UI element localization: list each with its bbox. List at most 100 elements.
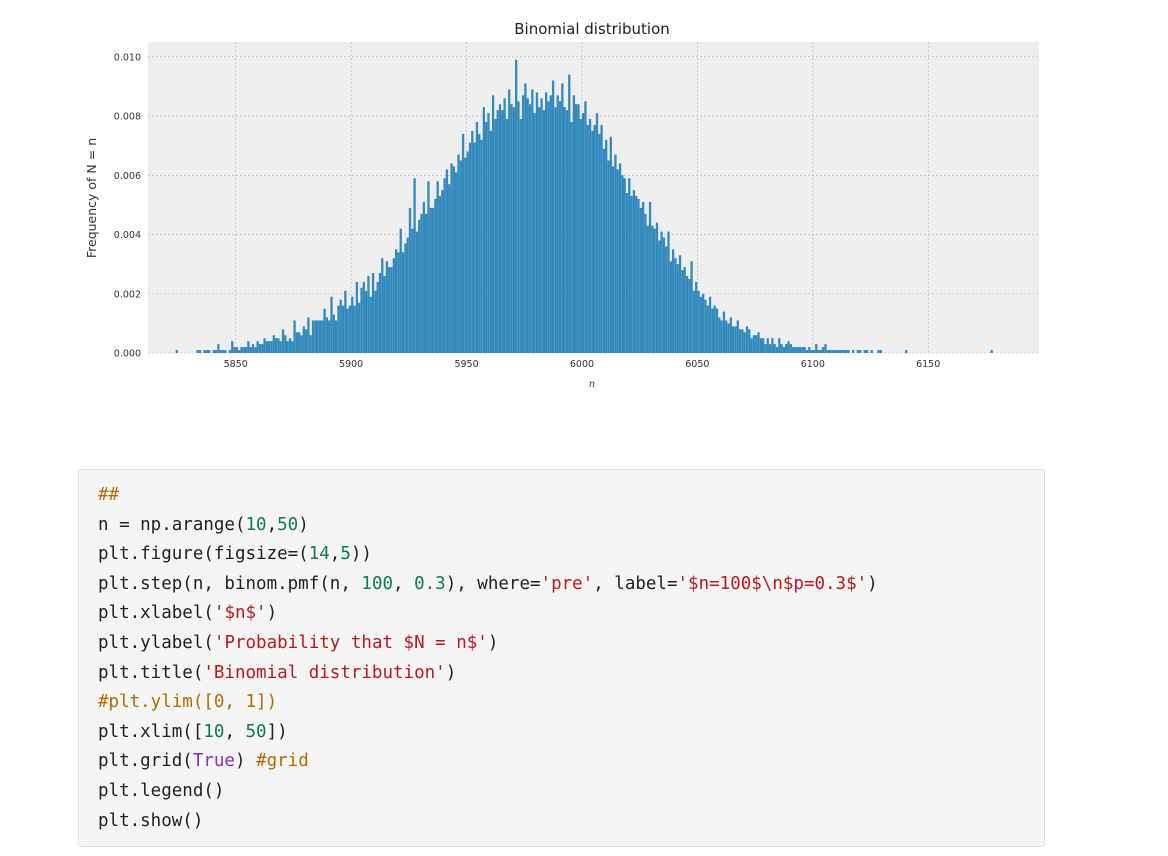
histogram-bar xyxy=(646,225,649,353)
histogram-bar xyxy=(295,332,299,353)
histogram-bar xyxy=(334,320,338,353)
histogram-bar xyxy=(422,201,425,353)
histogram-bar xyxy=(625,193,629,353)
histogram-bar xyxy=(321,320,324,353)
histogram-bar xyxy=(796,347,799,353)
histogram-bar xyxy=(824,344,827,353)
code-token: , xyxy=(266,514,278,535)
histogram-bar xyxy=(632,190,636,353)
histogram-bar xyxy=(339,299,342,353)
histogram-bar xyxy=(471,130,474,353)
histogram-bar xyxy=(501,110,504,353)
histogram-bar xyxy=(358,302,361,353)
code-token: '$n=100$\n$p=0.3$' xyxy=(677,573,868,594)
code-cell[interactable]: ## n = np.arange(10,50) plt.figure(figsize… xyxy=(78,469,1045,847)
histogram-bar xyxy=(568,74,571,353)
histogram-bar xyxy=(722,311,726,353)
histogram-bar xyxy=(448,184,451,353)
histogram-bar xyxy=(491,95,495,354)
histogram-bar xyxy=(415,231,419,353)
x-tick-label: 6000 xyxy=(570,359,594,370)
histogram-bar xyxy=(697,290,700,353)
code-token: plt.step(n, binom.pmf(n, xyxy=(98,573,362,594)
histogram-bar xyxy=(990,350,993,353)
histogram-bar xyxy=(233,347,236,353)
code-token: 'Binomial distribution' xyxy=(203,662,446,683)
histogram-bar xyxy=(381,258,384,353)
code-token: ) xyxy=(298,514,309,535)
histogram-bar xyxy=(741,329,744,353)
histogram-bar xyxy=(581,113,585,353)
histogram-bar xyxy=(667,231,670,353)
histogram-bar xyxy=(771,338,774,353)
histogram-bar xyxy=(272,335,275,353)
chart-title: Binomial distribution xyxy=(514,20,670,38)
histogram-bar xyxy=(355,281,359,353)
histogram-bar xyxy=(498,104,502,353)
x-tick-label: 6100 xyxy=(801,359,825,370)
histogram-bar xyxy=(584,101,587,353)
code-token: ## xyxy=(98,485,120,505)
histogram-bar xyxy=(748,329,751,353)
code-token: plt.grid( xyxy=(98,751,193,772)
code-token: plt.xlabel( xyxy=(98,603,214,624)
histogram-bar xyxy=(623,178,626,353)
histogram-bar xyxy=(221,350,225,353)
histogram-bar xyxy=(374,290,377,353)
code-token: 0.3 xyxy=(414,573,446,594)
histogram-bar xyxy=(750,338,753,353)
histogram-bar xyxy=(810,350,813,353)
code-token: plt.legend() xyxy=(98,781,225,801)
code-token: 5 xyxy=(340,544,351,565)
histogram-bar xyxy=(538,107,541,354)
histogram-bar xyxy=(203,350,206,353)
histogram-bar xyxy=(558,101,562,353)
histogram-bar xyxy=(773,344,776,353)
histogram-bar xyxy=(676,264,679,353)
histogram-bar xyxy=(755,335,758,353)
histogram-bar xyxy=(858,350,862,353)
histogram-bar xyxy=(870,350,873,353)
histogram-bar xyxy=(198,350,202,353)
histogram-bar xyxy=(508,89,511,353)
histogram-bar xyxy=(378,273,382,353)
y-tick-label: 0.000 xyxy=(114,349,141,360)
histogram-bar xyxy=(551,80,555,353)
histogram-bar xyxy=(175,350,179,353)
histogram-bar xyxy=(720,320,723,353)
histogram-bar xyxy=(683,267,686,353)
histogram-bar xyxy=(547,101,550,353)
histogram-bar xyxy=(316,320,319,353)
histogram-bar xyxy=(768,344,772,353)
histogram-bar xyxy=(519,119,522,353)
histogram-bar xyxy=(383,275,386,353)
code-token: 100 xyxy=(361,573,394,594)
histogram-bar xyxy=(298,332,301,353)
code-token: ) xyxy=(867,573,878,594)
code-line: n = np.arange(10,50) xyxy=(98,514,309,536)
histogram-bar xyxy=(238,350,241,353)
histogram-bar xyxy=(353,305,356,353)
histogram-bar xyxy=(727,323,730,353)
histogram-bar xyxy=(219,350,222,353)
histogram-bar xyxy=(323,308,326,353)
histogram-bar xyxy=(607,160,610,353)
histogram-bar xyxy=(337,305,340,353)
histogram-bar xyxy=(658,240,661,353)
histogram-bar xyxy=(819,350,823,353)
histogram-bar xyxy=(660,231,663,353)
histogram-bar xyxy=(669,261,672,353)
histogram-bar xyxy=(535,92,539,353)
histogram-bar xyxy=(540,98,543,354)
histogram-bar xyxy=(434,198,437,353)
histogram-bar xyxy=(485,121,488,353)
histogram-bar xyxy=(665,246,668,353)
histogram-bar xyxy=(494,119,497,353)
histogram-bar xyxy=(401,252,405,353)
histogram-bar xyxy=(371,273,375,353)
code-token: '$n$' xyxy=(213,603,267,624)
histogram-bar xyxy=(577,104,580,353)
histogram-bar xyxy=(591,130,594,353)
histogram-bar xyxy=(397,252,400,353)
histogram-bar xyxy=(655,222,659,353)
